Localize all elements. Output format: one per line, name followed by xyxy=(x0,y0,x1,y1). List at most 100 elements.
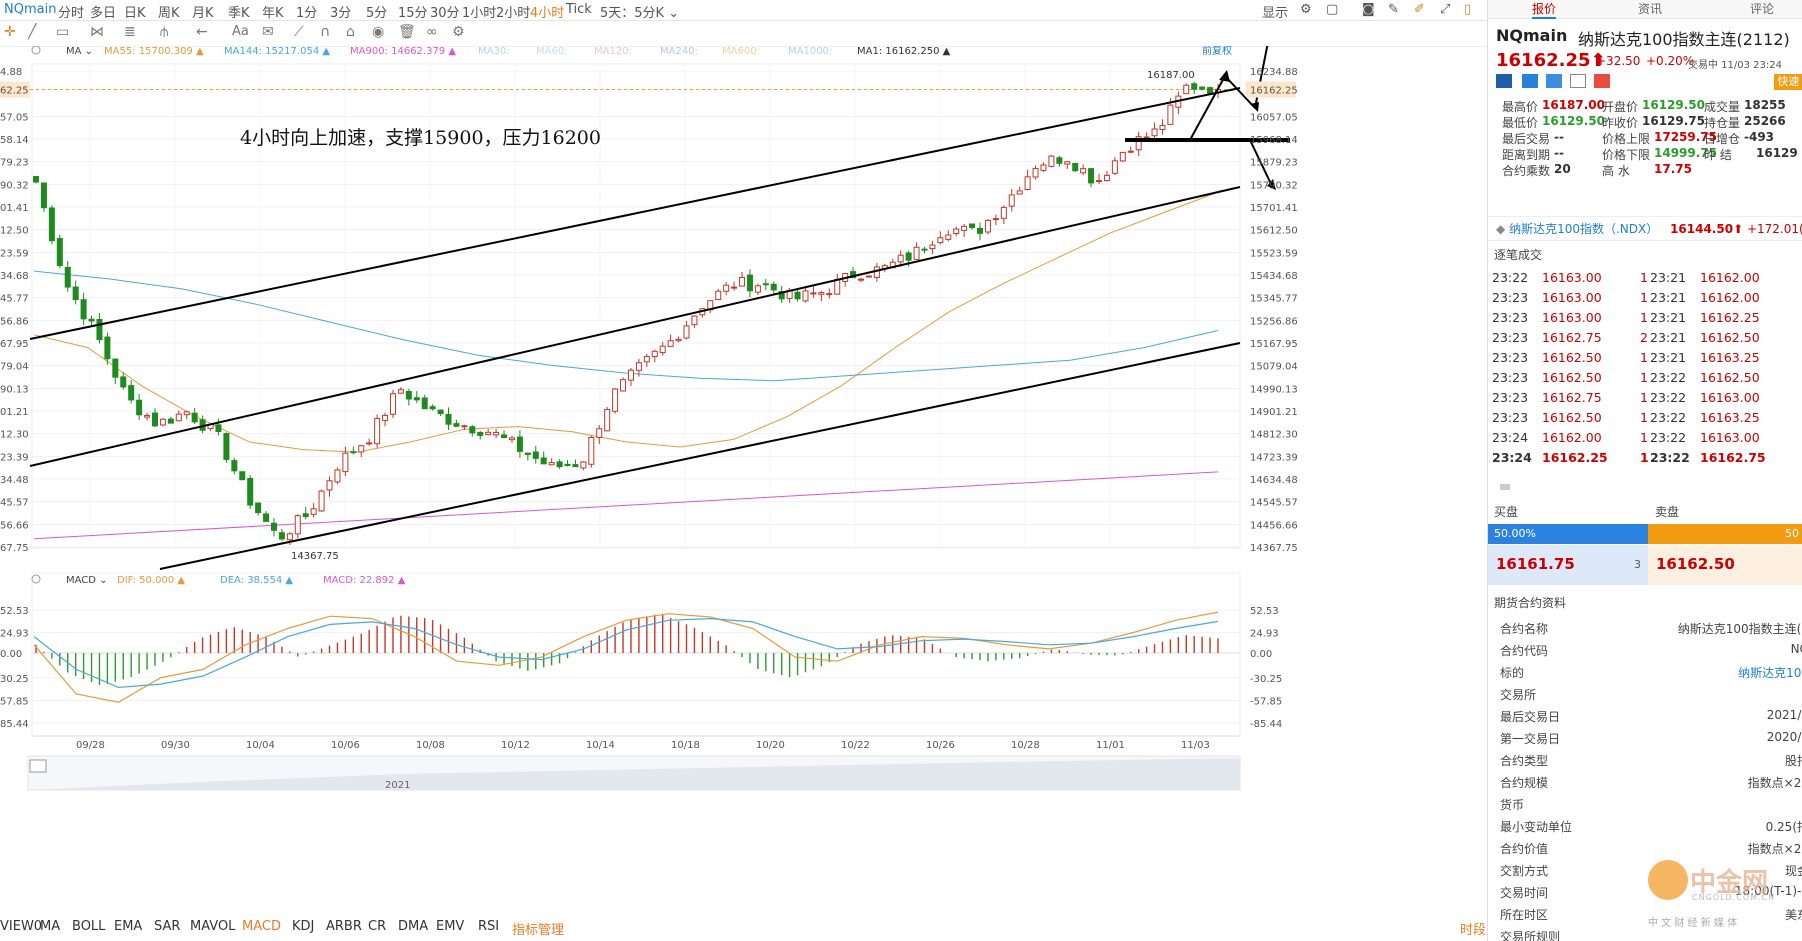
lock-icon[interactable]: ⌂ xyxy=(346,24,355,40)
period-tab[interactable]: 30分 xyxy=(430,2,460,21)
indicator-tab[interactable]: MA xyxy=(40,919,60,934)
period-tab[interactable]: 1小时 xyxy=(462,2,496,21)
indicator-tab[interactable]: CR xyxy=(368,919,386,934)
ma-legend-item: MA1: 16162.250 ▲ xyxy=(857,46,951,57)
user-icon[interactable] xyxy=(1546,74,1562,88)
macd-axis-label-left: 30.25 xyxy=(0,674,29,685)
pitchfork-icon[interactable]: ⫛ xyxy=(160,24,168,40)
display-menu[interactable]: 显示 xyxy=(1262,2,1288,21)
ma-legend-item: MA240: xyxy=(660,46,698,57)
candle-body xyxy=(659,345,666,354)
indicator-tab[interactable]: EMA xyxy=(114,919,142,934)
period-tab[interactable]: 分时 xyxy=(58,2,84,21)
crosshair-icon[interactable]: ✛ xyxy=(4,24,16,40)
edit-icon[interactable]: ✎ xyxy=(1388,2,1399,17)
indicator-tab[interactable]: EMV xyxy=(436,919,464,934)
price-axis-label: 15790.32 xyxy=(1250,180,1298,191)
period-tab[interactable]: 多日 xyxy=(90,2,116,21)
candle-body xyxy=(873,266,880,278)
period-tab[interactable]: 周K xyxy=(158,2,180,21)
tick-time-2: 23:21 xyxy=(1650,350,1687,365)
indicator-tab[interactable]: VIEW0 xyxy=(0,919,42,934)
period-tab[interactable]: 15分 xyxy=(398,2,428,21)
line-tool-icon[interactable]: ╱ xyxy=(28,24,36,40)
quote-tab[interactable]: 评论 xyxy=(1750,0,1774,17)
scroll-indicator[interactable] xyxy=(1500,484,1510,490)
chart-icon[interactable] xyxy=(1522,74,1538,88)
camera-icon[interactable]: ◙ xyxy=(1362,2,1375,17)
fullscreen-icon[interactable]: ⤢ xyxy=(1440,2,1450,17)
candle-body xyxy=(493,431,500,436)
kline-chart[interactable]: 4小时向上加速，支撑15900，压力1620016187.0014367.75 … xyxy=(0,46,1487,911)
link-icon[interactable]: ∞ xyxy=(426,24,438,40)
period-tab[interactable]: Tick xyxy=(566,2,592,17)
ma-legend-item: MA60: xyxy=(536,46,568,57)
stat-label: 最低价 xyxy=(1502,116,1539,130)
fib-tool-icon[interactable]: ≣ xyxy=(124,24,136,40)
eye-icon[interactable]: ◉ xyxy=(372,24,384,40)
magnet-icon[interactable]: ∩ xyxy=(320,24,330,40)
period-tab[interactable]: 5天：5分K ⌄ xyxy=(600,2,679,21)
buy-label: 买盘 xyxy=(1494,505,1519,519)
period-tab[interactable]: 4小时 xyxy=(530,2,564,21)
candle-body xyxy=(136,399,143,416)
period-tab[interactable]: 年K xyxy=(262,2,284,21)
tick-price-2: 16163.25 xyxy=(1700,350,1760,365)
flag-icon[interactable] xyxy=(1496,74,1512,88)
indicator-tab[interactable]: 指标管理 xyxy=(512,919,564,938)
rect-tool-icon[interactable]: ▭ xyxy=(56,24,69,40)
candle-body xyxy=(913,246,920,260)
candle-body xyxy=(421,397,428,410)
text-tool[interactable]: Aa xyxy=(232,24,249,39)
layout-icon[interactable]: ▢ xyxy=(1326,2,1338,17)
brush-icon[interactable]: ⟋ xyxy=(294,24,304,40)
note-icon[interactable]: ✉ xyxy=(262,24,274,40)
indicator-tab[interactable]: ARBR xyxy=(326,919,362,934)
indicator-tab[interactable]: SAR xyxy=(154,919,180,934)
contract-value: 纳斯达克100 xyxy=(1738,666,1802,680)
period-tab[interactable]: 2小时 xyxy=(496,2,530,21)
price-panel-frame xyxy=(31,63,1241,549)
indicator-tab[interactable]: MAVOL xyxy=(190,919,235,934)
period-tab[interactable]: 季K xyxy=(228,2,250,21)
period-tab[interactable]: 5分 xyxy=(366,2,387,21)
candle-body xyxy=(461,425,468,428)
indicator-tab[interactable]: KDJ xyxy=(292,919,314,934)
quote-tab[interactable]: 资讯 xyxy=(1638,0,1662,17)
index-change: +172.01(+1.0 xyxy=(1746,222,1802,236)
settings-icon[interactable]: ⚙ xyxy=(452,24,465,40)
stat-value: 18255 xyxy=(1744,98,1786,112)
candle-body xyxy=(33,175,39,183)
index-row[interactable]: ◆ 纳斯达克100指数（.NDX） 16144.50⬆ +172.01(+1.0 xyxy=(1496,220,1802,237)
indicator-tab[interactable]: 时段 xyxy=(1460,919,1486,938)
date-label: 11/03 xyxy=(1181,740,1210,751)
macd-axis-label: -57.85 xyxy=(1250,696,1282,707)
candle-body xyxy=(858,278,865,281)
indicator-tab[interactable]: RSI xyxy=(478,919,499,934)
ma-legend-item: MA30: xyxy=(478,46,510,57)
indicator-tab[interactable]: MACD xyxy=(242,919,281,934)
period-tab[interactable]: 日K xyxy=(124,2,146,21)
period-tab[interactable]: 1分 xyxy=(296,2,317,21)
quick-trade-button[interactable]: 快速 xyxy=(1774,74,1802,90)
trash-icon[interactable]: 🗑 xyxy=(398,24,416,40)
heart-icon[interactable] xyxy=(1594,74,1610,88)
candle-body xyxy=(310,508,317,515)
indicator-tab[interactable]: DMA xyxy=(398,919,428,934)
contract-row: 货币 xyxy=(1500,796,1802,818)
gear-icon[interactable]: ⚙ xyxy=(1300,2,1312,17)
period-tab[interactable]: 月K xyxy=(192,2,214,21)
arrow-tool-icon[interactable]: ← xyxy=(196,24,208,40)
pencil-icon[interactable]: ✐ xyxy=(1414,2,1425,17)
doc-icon[interactable] xyxy=(1570,74,1586,88)
date-label: 10/08 xyxy=(416,740,445,751)
candle-body xyxy=(921,248,928,251)
indicator-tab[interactable]: BOLL xyxy=(72,919,105,934)
price-axis-label: 14990.13 xyxy=(1250,384,1298,395)
candle-body xyxy=(469,426,476,434)
period-tab[interactable]: 3分 xyxy=(330,2,351,21)
macd-axis-label: 24.93 xyxy=(1250,629,1279,640)
bookmark-icon[interactable]: ▯ xyxy=(1464,2,1471,17)
fork-tool-icon[interactable]: ⋈ xyxy=(90,24,104,40)
quote-tab[interactable]: 报价 xyxy=(1532,0,1557,19)
